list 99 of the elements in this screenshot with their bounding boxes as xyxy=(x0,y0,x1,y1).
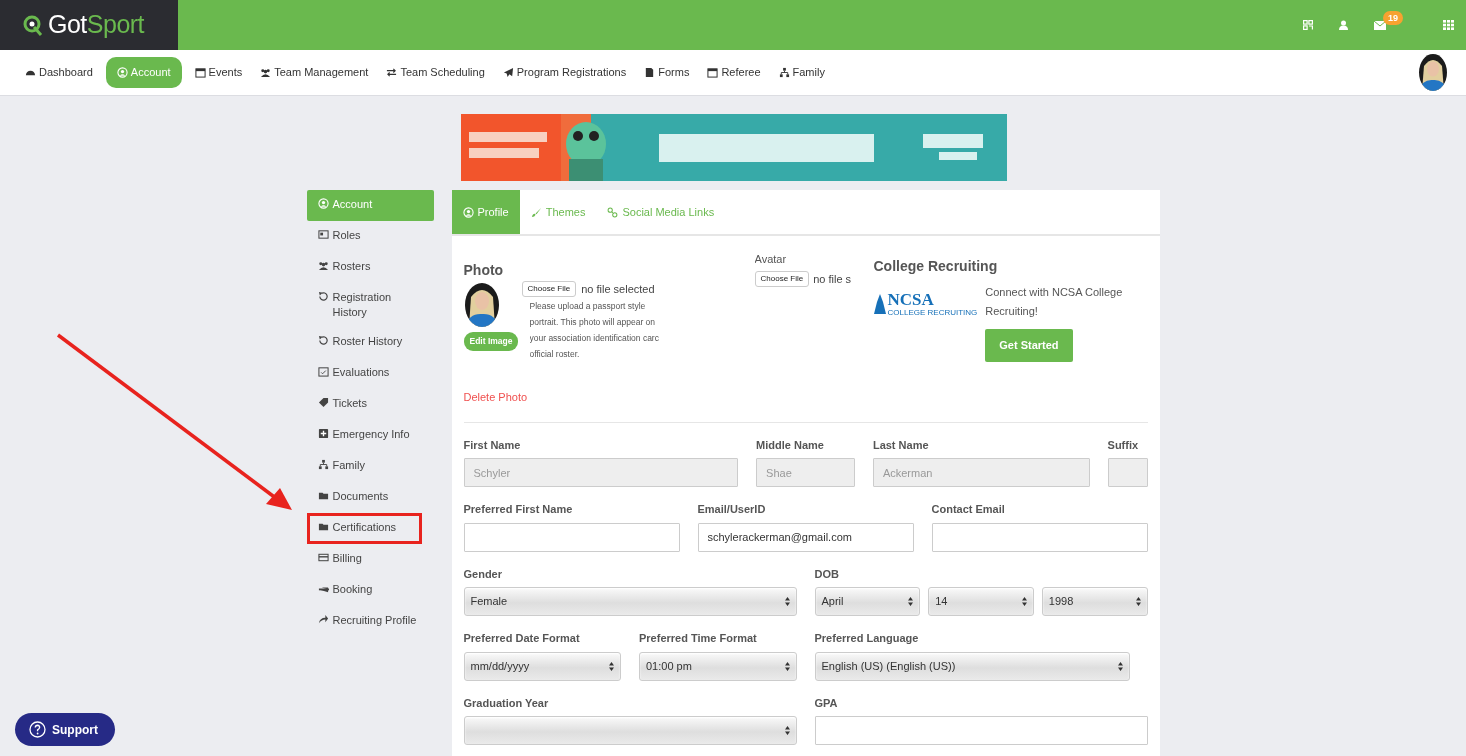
field-label: Preferred Date Format xyxy=(463,631,581,646)
brand-name: GotSport xyxy=(48,9,145,41)
user-circle-icon xyxy=(116,67,128,78)
paper-plane-icon xyxy=(502,67,514,78)
sidebar-item[interactable]: Recruiting Profile xyxy=(306,606,434,637)
nav-item[interactable]: Program Registrations xyxy=(497,57,632,88)
tag-icon xyxy=(317,397,329,408)
field-label: Gender xyxy=(463,566,503,582)
qr-code-icon[interactable] xyxy=(1303,20,1313,30)
select-field[interactable]: English (US) (English (US)) xyxy=(814,651,1130,681)
folder-icon xyxy=(317,490,329,501)
file-status: no file selected xyxy=(581,282,655,297)
file-status: no file s xyxy=(813,271,852,287)
sidebar-item[interactable]: Tickets xyxy=(306,389,434,420)
choose-file-button[interactable]: Choose File xyxy=(521,281,577,298)
field-label: GPA xyxy=(814,695,839,711)
sidebar-item[interactable]: Emergency Info xyxy=(306,420,434,451)
field-label: Contact Email xyxy=(931,502,1006,517)
text-field[interactable] xyxy=(814,716,1148,745)
select-arrows-icon xyxy=(784,661,790,671)
text-field[interactable]: schylerackerman@gmail.com xyxy=(697,522,914,552)
count-badge: 19 xyxy=(1383,11,1403,25)
field-label: First Name xyxy=(463,437,522,453)
select-arrows-icon xyxy=(784,726,790,735)
credit-card-icon xyxy=(317,552,329,563)
sidebar-item[interactable]: Registration History xyxy=(306,283,434,327)
select-field[interactable]: Female xyxy=(463,587,797,616)
select-field[interactable] xyxy=(463,716,797,745)
sidebar-item[interactable]: Certifications xyxy=(306,513,422,544)
hierarchy-icon xyxy=(778,67,790,78)
nav-item[interactable]: Events xyxy=(189,57,248,88)
field-label: Email/UserID xyxy=(697,502,767,517)
sidebar-item[interactable]: Rosters xyxy=(306,252,434,283)
ncsa-logo: NCSA COLLEGE RECRUITING xyxy=(873,293,978,315)
select-field[interactable]: 1998 xyxy=(1041,587,1148,616)
folder-icon xyxy=(317,521,329,532)
people-icon xyxy=(260,67,272,78)
select-arrows-icon xyxy=(609,661,614,671)
select-field[interactable]: April xyxy=(814,587,921,616)
sidebar-item[interactable]: Roster History xyxy=(306,327,434,358)
select-arrows-icon xyxy=(908,597,914,606)
select-arrows-icon xyxy=(784,597,790,606)
user-circle-icon xyxy=(317,198,329,209)
nav-item[interactable]: Dashboard xyxy=(20,57,98,88)
field-label: Preferred Time Format xyxy=(639,631,758,646)
user-icon[interactable] xyxy=(1339,20,1348,30)
text-field[interactable] xyxy=(463,522,680,552)
field-label: Last Name xyxy=(872,437,930,453)
sidebar-item[interactable]: Booking xyxy=(306,575,434,606)
document-icon xyxy=(644,67,656,78)
sidebar-item[interactable]: Family xyxy=(306,451,434,482)
calendar-icon xyxy=(194,67,206,78)
choose-file-button[interactable]: Choose File xyxy=(754,270,810,287)
photo-help-text: Please upload a passport style portrait. This photo will appear on your association identification carc official roster. xyxy=(529,299,660,361)
select-arrows-icon xyxy=(1117,661,1123,671)
sidebar-item[interactable]: Evaluations xyxy=(306,358,434,389)
section-title: Photo xyxy=(463,261,505,280)
field-label: Preferred Language xyxy=(814,631,920,646)
select-arrows-icon xyxy=(1021,597,1027,606)
recruiting-text: Connect with NCSA College Recruiting! xyxy=(985,285,1124,319)
section-title: College Recruiting xyxy=(873,257,999,276)
id-card-icon xyxy=(317,229,329,240)
history-icon xyxy=(317,335,329,346)
link-icon xyxy=(607,206,619,218)
logo-icon xyxy=(22,13,44,37)
calendar-icon xyxy=(707,67,719,78)
nav-item[interactable]: Referee xyxy=(702,57,766,88)
user-circle-icon xyxy=(462,206,474,218)
sidebar-item[interactable]: Roles xyxy=(306,221,434,252)
share-icon xyxy=(317,614,329,625)
nav-item[interactable]: Family xyxy=(773,57,830,88)
history-icon xyxy=(317,291,329,302)
select-field[interactable]: 14 xyxy=(928,587,1034,616)
field-label: Graduation Year xyxy=(463,695,550,711)
field-label: Avatar xyxy=(754,252,788,267)
brush-icon xyxy=(530,206,542,218)
calendar-check-icon xyxy=(317,366,329,377)
hierarchy-icon xyxy=(317,459,329,470)
people-icon xyxy=(317,260,329,271)
apps-grid-icon[interactable] xyxy=(1443,20,1454,30)
text-field[interactable] xyxy=(931,522,1148,552)
nav-item[interactable]: Team Management xyxy=(255,57,374,88)
field-label: Preferred First Name xyxy=(463,502,574,517)
sidebar-item[interactable]: Documents xyxy=(306,482,434,513)
field-label: DOB xyxy=(814,566,840,582)
arrows-icon xyxy=(386,67,398,78)
nav-item[interactable]: Team Scheduling xyxy=(381,57,490,88)
plus-icon xyxy=(317,428,329,439)
select-field[interactable]: 01:00 pm xyxy=(639,651,797,681)
select-field[interactable]: mm/dd/yyyy xyxy=(463,651,621,681)
sidebar-item[interactable]: Billing xyxy=(306,544,434,575)
select-arrows-icon xyxy=(1135,597,1141,606)
delete-photo-link[interactable]: Delete Photo xyxy=(463,390,528,403)
field-label: Middle Name xyxy=(756,437,825,453)
help-icon xyxy=(29,721,46,738)
envelope-icon[interactable] xyxy=(1374,20,1386,30)
support-button[interactable]: Support xyxy=(15,713,115,746)
nav-item[interactable]: Forms xyxy=(639,57,695,88)
field-label: Suffix xyxy=(1107,437,1140,453)
